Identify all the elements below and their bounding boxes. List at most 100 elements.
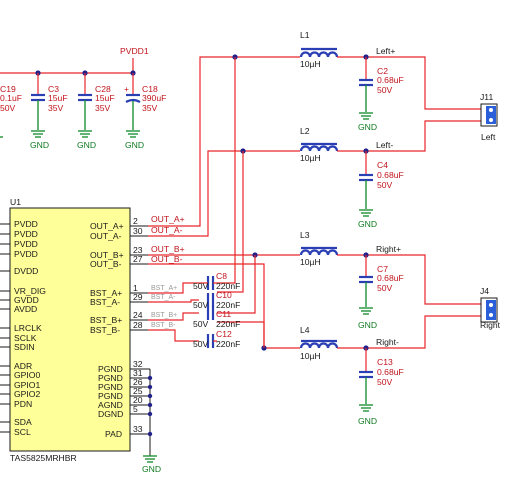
ground-symbol: GND <box>30 130 49 150</box>
svg-text:DGND: DGND <box>98 409 123 419</box>
c3-capacitor: C3 15uF 35V <box>31 84 68 130</box>
svg-text:0.68uF: 0.68uF <box>377 170 404 180</box>
inductor-l1: L1 10µH <box>299 30 339 69</box>
svg-text:C10: C10 <box>216 290 232 300</box>
svg-text:BST_A+: BST_A+ <box>151 285 177 292</box>
ic-pin-numbers: 2 30 23 27 1 29 24 28 32 31 26 25 20 5 3… <box>133 216 143 434</box>
svg-text:50V: 50V <box>193 339 209 349</box>
svg-text:30: 30 <box>133 226 143 236</box>
svg-text:GPIO2: GPIO2 <box>14 389 40 399</box>
svg-text:+: + <box>124 84 129 94</box>
svg-text:220nF: 220nF <box>216 319 240 329</box>
svg-text:PVDD: PVDD <box>14 219 38 229</box>
svg-text:GND: GND <box>142 464 161 474</box>
svg-text:24: 24 <box>133 310 143 320</box>
svg-text:PVDD: PVDD <box>14 249 38 259</box>
svg-text:50V: 50V <box>377 283 393 293</box>
right-plus-label: Right+ <box>376 244 401 254</box>
svg-text:50V: 50V <box>193 281 209 291</box>
svg-text:0.68uF: 0.68uF <box>377 75 404 85</box>
svg-text:220nF: 220nF <box>216 339 240 349</box>
svg-text:L1: L1 <box>300 30 310 40</box>
svg-text:OUT_B-: OUT_B- <box>90 259 122 269</box>
svg-text:SCL: SCL <box>14 427 31 437</box>
svg-text:BST_B-: BST_B- <box>151 322 176 329</box>
net-labels: OUT_A+ OUT_A- OUT_B+ OUT_B- BST_A+ BST_A… <box>151 214 185 329</box>
svg-text:GND: GND <box>125 140 144 150</box>
svg-text:5: 5 <box>133 404 138 414</box>
svg-text:SDA: SDA <box>14 417 32 427</box>
svg-text:L2: L2 <box>300 126 310 136</box>
svg-text:50V: 50V <box>377 180 393 190</box>
svg-text:OUT_A+: OUT_A+ <box>151 214 185 224</box>
svg-text:OUT_B+: OUT_B+ <box>151 244 185 254</box>
svg-text:BST_B+: BST_B+ <box>151 312 177 319</box>
svg-text:GND: GND <box>358 320 377 330</box>
inductor-l3: L3 10µH <box>299 230 339 267</box>
svg-text:15uF: 15uF <box>95 93 115 103</box>
svg-text:33: 33 <box>133 424 143 434</box>
svg-text:SDIN: SDIN <box>14 342 35 352</box>
pvdd1-label: PVDD1 <box>120 46 149 56</box>
svg-text:PVDD: PVDD <box>14 229 38 239</box>
svg-text:0.68uF: 0.68uF <box>377 367 404 377</box>
svg-text:35V: 35V <box>95 103 111 113</box>
svg-text:0.68uF: 0.68uF <box>377 273 404 283</box>
svg-text:C8: C8 <box>216 271 227 281</box>
svg-text:BST_B-: BST_B- <box>90 325 120 335</box>
svg-text:50V: 50V <box>193 300 209 310</box>
ground-symbol: GND <box>142 455 161 474</box>
c28-capacitor: C28 15uF 35V <box>78 84 115 130</box>
svg-text:PAD: PAD <box>105 429 122 439</box>
schematic-diagram: PVDD1 C19 0.1uF 50V C3 15uF 35V C28 15uF… <box>0 30 501 474</box>
c18-capacitor: + C18 390uF 35V <box>124 84 166 130</box>
svg-text:10µH: 10µH <box>300 59 321 69</box>
svg-text:50V: 50V <box>377 377 393 387</box>
svg-text:J4: J4 <box>480 286 489 296</box>
bootstrap-caps: C8 50V 220nF C10 50V 220nF C11 50V 220nF… <box>193 271 240 349</box>
inductor-l2: L2 10µH <box>299 126 339 163</box>
svg-text:C13: C13 <box>377 357 393 367</box>
ground-symbol: GND <box>358 209 377 229</box>
svg-text:10µH: 10µH <box>300 257 321 267</box>
svg-text:C4: C4 <box>377 160 388 170</box>
ground-symbol: GND <box>358 307 377 330</box>
connector-j11: J11 Left <box>480 92 498 142</box>
svg-text:35V: 35V <box>142 103 158 113</box>
ground-symbol: GND <box>77 130 96 150</box>
svg-text:35V: 35V <box>48 103 64 113</box>
svg-text:LRCLK: LRCLK <box>14 323 42 333</box>
supply-section: PVDD1 C19 0.1uF 50V C3 15uF 35V C28 15uF… <box>0 46 166 150</box>
ground-symbol: GND <box>358 404 377 426</box>
svg-text:OUT_A+: OUT_A+ <box>90 221 124 231</box>
c19-capacitor: C19 0.1uF 50V <box>0 84 22 113</box>
svg-text:10µH: 10µH <box>300 153 321 163</box>
c7-capacitor: C7 0.68uF 50V <box>359 255 404 307</box>
c2-capacitor: C2 0.68uF 50V <box>359 57 404 112</box>
left-plus-label: Left+ <box>376 46 395 56</box>
ic-part: TAS5825MRHBR <box>10 453 77 463</box>
svg-text:PVDD: PVDD <box>14 239 38 249</box>
svg-text:0.1uF: 0.1uF <box>0 93 22 103</box>
svg-text:GND: GND <box>358 416 377 426</box>
svg-text:BST_A-: BST_A- <box>90 297 120 307</box>
svg-text:C11: C11 <box>216 309 231 319</box>
svg-text:15uF: 15uF <box>48 93 68 103</box>
svg-text:28: 28 <box>133 320 143 330</box>
c8-capacitor: C8 50V 220nF <box>193 271 240 291</box>
svg-text:L4: L4 <box>300 325 310 335</box>
svg-text:27: 27 <box>133 254 143 264</box>
svg-text:C12: C12 <box>216 329 232 339</box>
ic-u1: U1 TAS5825MRHBR PVDD PVDD PVDD PVDD DVDD… <box>0 197 161 474</box>
svg-text:BST_A-: BST_A- <box>151 294 176 301</box>
svg-text:AVDD: AVDD <box>14 304 37 314</box>
svg-text:390uF: 390uF <box>142 93 166 103</box>
svg-text:GND: GND <box>77 140 96 150</box>
svg-text:OUT_A-: OUT_A- <box>90 231 122 241</box>
svg-text:2: 2 <box>133 216 138 226</box>
ground-symbol: GND <box>125 130 144 150</box>
c12-capacitor: C12 50V 220nF <box>193 329 240 349</box>
svg-text:PDN: PDN <box>14 399 32 409</box>
svg-text:29: 29 <box>133 292 143 302</box>
svg-text:GND: GND <box>358 219 377 229</box>
